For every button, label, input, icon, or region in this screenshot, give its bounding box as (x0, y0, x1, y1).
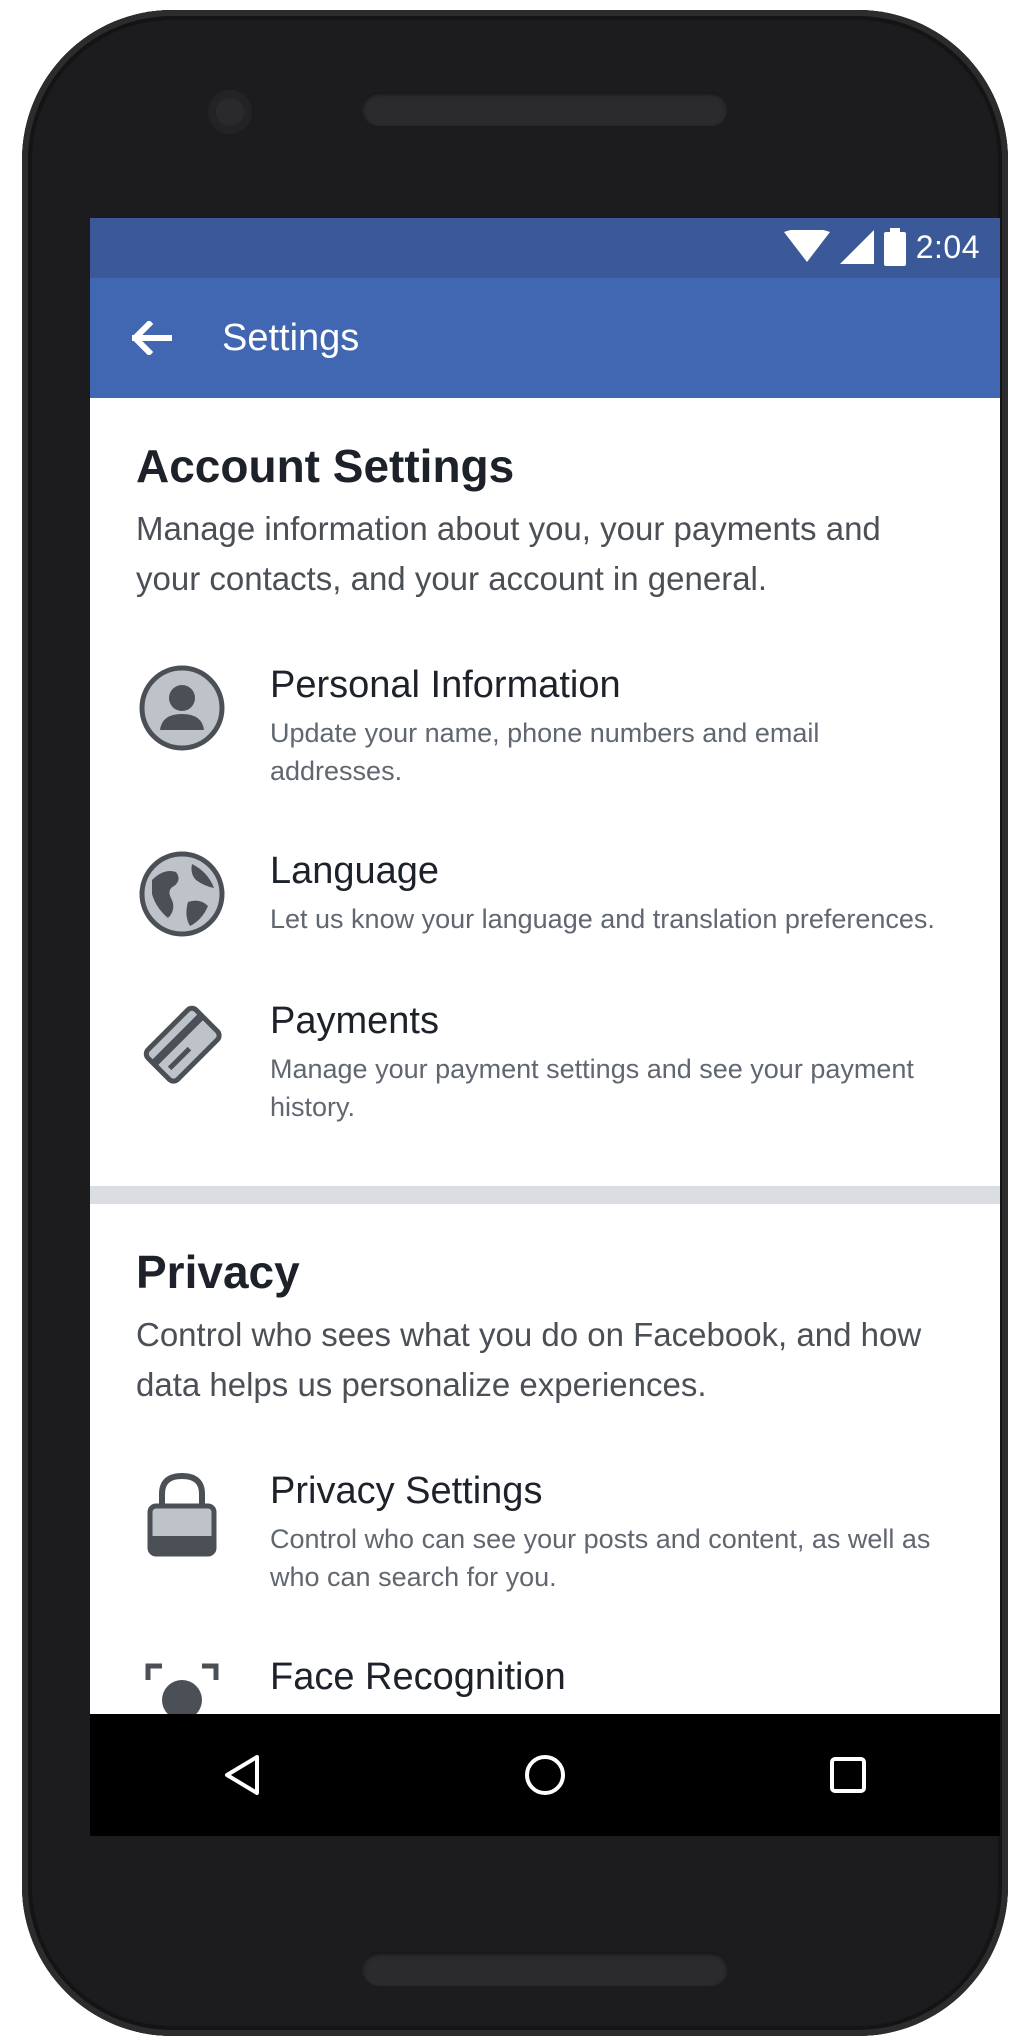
nav-back-button[interactable] (182, 1725, 302, 1825)
phone-screen: 2:04 Settings Account Settings Manage in… (90, 218, 1000, 1836)
nav-recents-button[interactable] (788, 1725, 908, 1825)
item-description: Let us know your language and translatio… (270, 904, 935, 934)
lock-icon (136, 1468, 228, 1560)
status-time: 2:04 (915, 228, 980, 265)
wifi-icon (783, 230, 830, 262)
status-icons: 2:04 (783, 228, 980, 266)
section-description: Control who sees what you do on Facebook… (136, 1316, 922, 1403)
page-title: Settings (222, 316, 360, 359)
section-title: Account Settings (136, 440, 515, 492)
section-title: Privacy (136, 1246, 300, 1298)
back-button[interactable] (132, 318, 192, 358)
bottom-speaker (362, 1952, 728, 1986)
section-description: Manage information about you, your payme… (136, 510, 881, 597)
nav-home-button[interactable] (485, 1725, 605, 1825)
privacy-section: Privacy Control who sees what you do on … (90, 1204, 1000, 1776)
arrow-left-icon (132, 321, 172, 355)
item-description: Manage your payment settings and see you… (270, 1054, 914, 1122)
globe-icon (136, 848, 228, 940)
phone-frame: 2:04 Settings Account Settings Manage in… (22, 10, 1008, 2036)
item-description: Control who can see your posts and conte… (270, 1524, 931, 1592)
item-title: Privacy Settings (270, 1470, 543, 1512)
cellular-signal-icon (839, 230, 874, 264)
section-divider (90, 1186, 1000, 1204)
recents-square-icon (830, 1757, 867, 1793)
status-bar: 2:04 (90, 218, 1000, 278)
item-title: Face Recognition (270, 1656, 566, 1698)
earpiece-speaker (362, 92, 728, 126)
home-circle-icon (524, 1755, 565, 1795)
item-description: Update your name, phone numbers and emai… (270, 718, 820, 786)
credit-card-icon (136, 998, 228, 1090)
back-triangle-icon (224, 1755, 259, 1795)
person-icon (136, 662, 228, 754)
settings-item-privacy-settings[interactable]: Privacy Settings Control who can see you… (136, 1468, 954, 1596)
item-title: Payments (270, 1000, 439, 1042)
front-camera (208, 90, 252, 134)
item-title: Language (270, 850, 440, 892)
account-settings-section: Account Settings Manage information abou… (90, 398, 1000, 1156)
settings-item-personal-information[interactable]: Personal Information Update your name, p… (136, 662, 954, 790)
app-bar: Settings (90, 278, 1000, 398)
android-nav-bar (90, 1714, 1000, 1836)
item-title: Personal Information (270, 664, 621, 706)
settings-content: Account Settings Manage information abou… (90, 398, 1000, 1776)
settings-item-payments[interactable]: Payments Manage your payment settings an… (136, 998, 954, 1126)
battery-icon (883, 228, 906, 266)
settings-item-language[interactable]: Language Let us know your language and t… (136, 848, 954, 940)
